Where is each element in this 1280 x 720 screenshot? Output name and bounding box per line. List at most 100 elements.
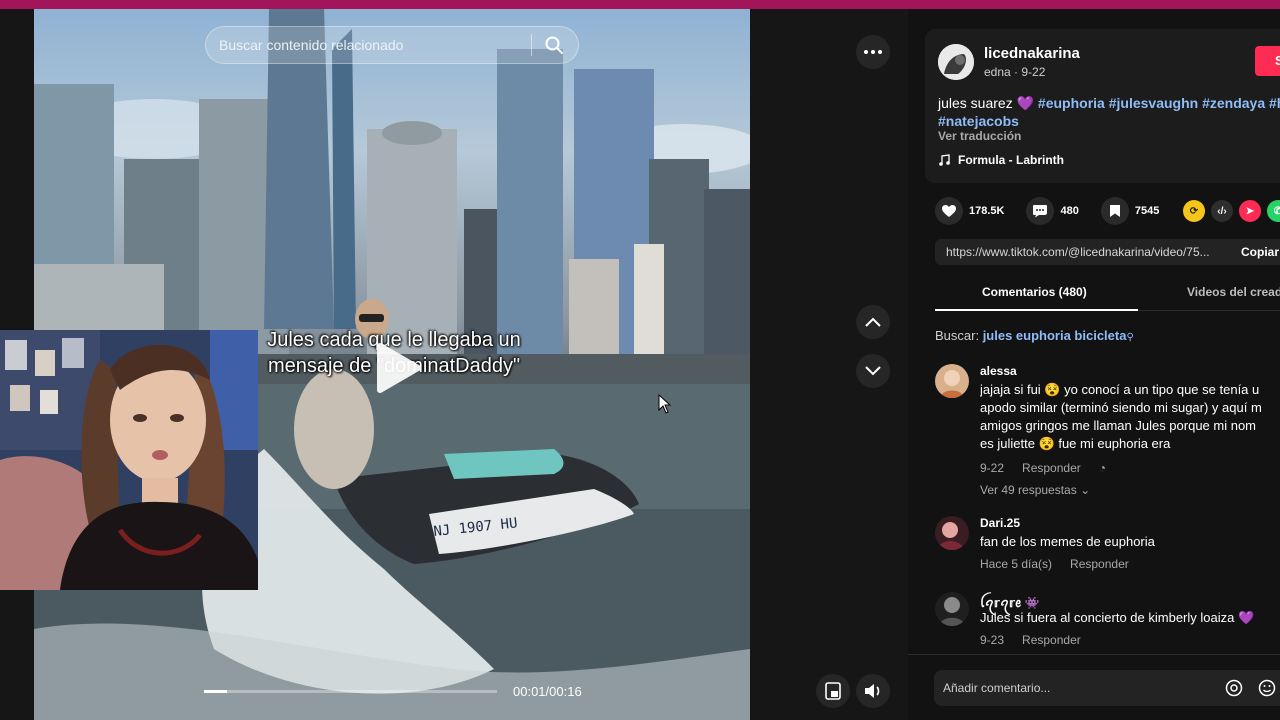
- avatar-image: [935, 364, 969, 398]
- picture-in-picture-button[interactable]: [816, 674, 850, 708]
- music-note-icon: [939, 154, 950, 166]
- comment-meta: Hace 5 día(s) Responder: [980, 557, 1129, 571]
- music-title: Formula - Labrinth: [958, 153, 1064, 167]
- more-options-button[interactable]: [856, 35, 890, 69]
- add-comment-input[interactable]: Añadir comentario...: [934, 670, 1280, 706]
- avatar-image: [935, 516, 969, 550]
- creator-avatar[interactable]: [938, 44, 974, 80]
- tab-creator-videos[interactable]: Videos del cread: [1187, 285, 1280, 299]
- comment-username[interactable]: alessa: [980, 364, 1017, 378]
- comment-item: Dari.25 fan de los memes de euphoria Hac…: [935, 516, 1280, 572]
- view-replies-button[interactable]: Ver 49 respuestas ⌄: [980, 483, 1090, 497]
- share-options: ⟳ ‹/› ➤ ✆: [1183, 200, 1280, 222]
- ellipsis-icon: [864, 50, 882, 54]
- like-button[interactable]: 178.5K: [935, 197, 1004, 225]
- save-button[interactable]: 7545: [1100, 197, 1160, 225]
- comment-date: Hace 5 día(s): [980, 557, 1053, 571]
- music-link[interactable]: Formula - Labrinth: [938, 153, 1064, 167]
- suggested-search[interactable]: Buscar: jules euphoria bicicleta⚲: [935, 328, 1134, 343]
- webcam-overlay: [0, 330, 258, 590]
- browser-top-strip: [0, 0, 1280, 9]
- panel-tabs: Comentarios (480) Videos del cread: [935, 277, 1280, 311]
- search-icon[interactable]: [544, 35, 564, 55]
- comment-date: 9-22: [980, 461, 1005, 475]
- like-count: 178.5K: [969, 205, 1005, 217]
- comment-meta: 9-23 Responder: [980, 633, 1081, 647]
- send-icon[interactable]: ➤: [1239, 200, 1261, 222]
- hashtag-link[interactable]: #natejacobs: [938, 113, 1019, 129]
- streamer-webcam-image: [0, 330, 258, 590]
- avatar-image: [938, 44, 974, 80]
- suggested-search-query[interactable]: jules euphoria bicicleta: [983, 328, 1127, 343]
- follow-button[interactable]: S: [1255, 46, 1280, 76]
- video-stage: NJ 1907 HU Buscar contenido relacionado …: [0, 9, 908, 720]
- share-url[interactable]: https://www.tiktok.com/@licednakarina/vi…: [935, 245, 1233, 259]
- tab-comments[interactable]: Comentarios (480): [982, 285, 1087, 299]
- chevron-up-icon: [865, 317, 881, 327]
- play-icon[interactable]: [374, 342, 422, 394]
- repost-icon[interactable]: ⟳: [1183, 200, 1205, 222]
- creator-username[interactable]: licednakarina: [984, 45, 1080, 62]
- comment-line: amigos gringos me llaman Jules porque mi…: [980, 418, 1257, 433]
- comment-item: alessa jajaja si fui 😵 yo conocí a un ti…: [935, 364, 1280, 484]
- hashtag-link[interactable]: #zendaya: [1202, 95, 1265, 111]
- comment-date: 9-23: [980, 633, 1005, 647]
- video-progress-fill: [204, 690, 228, 693]
- search-small-icon: ⚲: [1126, 332, 1134, 343]
- commenter-avatar[interactable]: [935, 592, 969, 626]
- post-info-card: licednakarina edna · 9-22 S jules suarez…: [925, 29, 1280, 183]
- hashtag-link[interactable]: #julesvaughn: [1109, 95, 1198, 111]
- comment-line: Jules si fuera al concierto de kimberly …: [980, 610, 1255, 625]
- embed-code-icon[interactable]: ‹/›: [1211, 200, 1233, 222]
- comment-text: Jules si fuera al concierto de kimberly …: [980, 609, 1280, 627]
- whatsapp-icon[interactable]: ✆: [1267, 200, 1280, 222]
- view-replies-label: Ver 49 respuestas: [980, 483, 1077, 497]
- comment-count: 480: [1060, 205, 1079, 217]
- comment-text: jajaja si fui 😵 yo conocí a un tipo que …: [980, 381, 1280, 453]
- hashtag-link[interactable]: #euphoria: [1038, 95, 1105, 111]
- engagement-stats: 178.5K 480 7545: [935, 197, 1181, 225]
- active-tab-indicator: [935, 309, 1138, 311]
- comment-text: fan de los memes de euphoria: [980, 533, 1280, 551]
- heart-icon: [942, 205, 956, 217]
- emoji-icon[interactable]: [1258, 679, 1276, 697]
- next-video-button[interactable]: [856, 354, 890, 388]
- see-translation-link[interactable]: Ver traducción: [938, 129, 1021, 143]
- mention-icon[interactable]: [1225, 679, 1243, 697]
- speaker-icon: [865, 684, 880, 698]
- creator-liked-icon: ◔: [1098, 461, 1106, 475]
- avatar-image: [935, 592, 969, 626]
- previous-video-button[interactable]: [856, 305, 890, 339]
- chevron-down-icon: ⌄: [1080, 483, 1091, 497]
- comment-line: fan de los memes de euphoria: [980, 534, 1155, 549]
- floating-player-icon: [825, 682, 841, 700]
- reply-button[interactable]: Responder: [1022, 461, 1081, 475]
- comment-meta: 9-22 Responder ◔: [980, 461, 1106, 475]
- comment-line: jajaja si fui 😵 yo conocí a un tipo que …: [980, 382, 1260, 397]
- related-search-bar[interactable]: Buscar contenido relacionado: [205, 26, 579, 64]
- comment-item: ꪶꪖ𝕣ꪖ𝕣ꫀ 👾 Jules si fuera al concierto de …: [935, 592, 1280, 648]
- reply-button[interactable]: Responder: [1070, 557, 1129, 571]
- hashtag-link[interactable]: #h: [1269, 95, 1280, 111]
- share-link-box: https://www.tiktok.com/@licednakarina/vi…: [935, 239, 1280, 265]
- suggested-search-prefix: Buscar:: [935, 328, 983, 343]
- creator-subtitle: edna · 9-22: [984, 65, 1046, 79]
- commenter-avatar[interactable]: [935, 516, 969, 550]
- video-progress-bar[interactable]: [204, 690, 497, 693]
- comment-line: es juliette 😵 fue mi euphoria era: [980, 436, 1171, 451]
- save-count: 7545: [1134, 205, 1160, 217]
- mouse-cursor-icon: [658, 394, 672, 414]
- bookmark-icon: [1109, 205, 1120, 217]
- volume-button[interactable]: [856, 674, 890, 708]
- copy-link-button[interactable]: Copiar: [1233, 245, 1279, 259]
- comment-username[interactable]: Dari.25: [980, 516, 1020, 530]
- add-comment-bar: Añadir comentario...: [908, 654, 1280, 720]
- search-divider: [531, 34, 532, 56]
- post-description: jules suarez 💜 #euphoria #julesvaughn #z…: [938, 94, 1280, 130]
- commenter-avatar[interactable]: [935, 364, 969, 398]
- related-search-input[interactable]: Buscar contenido relacionado: [219, 37, 531, 53]
- chevron-down-icon: [865, 366, 881, 376]
- reply-button[interactable]: Responder: [1022, 633, 1081, 647]
- comment-button[interactable]: 480: [1026, 197, 1079, 225]
- add-comment-placeholder: Añadir comentario...: [943, 681, 1051, 695]
